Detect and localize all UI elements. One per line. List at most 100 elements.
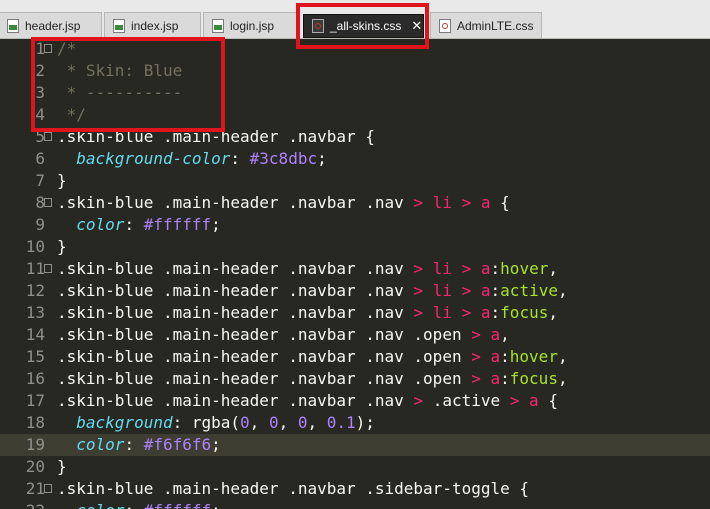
code-line[interactable]: 17 .skin-blue .main-header .navbar .nav >… xyxy=(0,390,710,412)
code-token: } xyxy=(57,171,67,190)
code-text: /* xyxy=(57,39,76,60)
code-line[interactable]: 20} xyxy=(0,456,710,478)
code-token: a xyxy=(480,259,491,278)
tab-index-jsp[interactable]: index.jsp xyxy=(104,12,201,38)
code-token: #ffffff xyxy=(144,501,211,509)
fold-marker-icon[interactable] xyxy=(44,484,52,493)
code-token: > xyxy=(461,281,472,300)
code-text: color: #ffffff; xyxy=(57,500,221,509)
code-token: hover xyxy=(500,259,549,278)
code-line[interactable]: 5 .skin-blue .main-header .navbar { xyxy=(0,126,710,148)
line-number: 17 xyxy=(25,391,45,410)
code-line[interactable]: 6 background-color: #3c8dbc; xyxy=(0,148,710,170)
code-line[interactable]: 19 color: #f6f6f6; xyxy=(0,434,710,456)
close-icon[interactable]: ✕ xyxy=(411,18,422,34)
code-token: 0 xyxy=(268,413,279,432)
code-token: , xyxy=(557,347,568,366)
code-token: : xyxy=(124,215,144,234)
code-token: } xyxy=(57,457,67,476)
tab-label: header.jsp xyxy=(25,18,81,33)
code-token: .skin-blue .main-header .navbar .sidebar… xyxy=(57,479,530,498)
code-token: : xyxy=(500,347,510,366)
tab-label: index.jsp xyxy=(131,18,179,33)
code-text: color: #ffffff; xyxy=(57,214,221,236)
line-number: 18 xyxy=(25,413,45,432)
code-token: a xyxy=(490,325,501,344)
code-line[interactable]: 1 /* xyxy=(0,39,710,60)
code-token: : xyxy=(124,501,143,509)
code-text: background: rgba(0, 0, 0, 0.1); xyxy=(57,412,375,434)
code-line[interactable]: 13 .skin-blue .main-header .navbar .nav >… xyxy=(0,302,710,324)
code-text: * Skin: Blue xyxy=(57,60,183,82)
code-line[interactable]: 11 .skin-blue .main-header .navbar .nav >… xyxy=(0,258,710,280)
code-line[interactable]: 8 .skin-blue .main-header .navbar .nav > … xyxy=(0,192,710,214)
code-text: .skin-blue .main-header .navbar .nav > l… xyxy=(57,302,558,324)
code-text: .skin-blue .main-header .navbar .nav .op… xyxy=(57,324,510,346)
code-token: , xyxy=(557,281,568,300)
line-number: 3 xyxy=(35,83,45,102)
code-line[interactable]: 2 * Skin: Blue xyxy=(0,60,710,82)
code-token: { xyxy=(490,193,510,212)
code-token: , xyxy=(548,303,558,322)
tab-header-jsp[interactable]: header.jsp xyxy=(0,12,102,38)
fold-marker-icon[interactable] xyxy=(44,198,52,207)
fold-marker-icon[interactable] xyxy=(44,264,52,273)
code-line[interactable]: 12 .skin-blue .main-header .navbar .nav >… xyxy=(0,280,710,302)
code-token: * Skin: Blue xyxy=(57,61,183,80)
code-token: > xyxy=(461,193,472,212)
code-token: #3c8dbc xyxy=(249,149,318,168)
line-number: 10 xyxy=(25,237,45,256)
code-token: .skin-blue .main-header .navbar .nav xyxy=(57,303,414,322)
code-line[interactable]: 4 */ xyxy=(0,104,710,126)
tab-label: AdminLTE.css xyxy=(457,18,534,33)
code-token: , xyxy=(557,369,568,388)
code-line[interactable]: 3 * ---------- xyxy=(0,82,710,104)
code-token: : xyxy=(490,259,501,278)
code-token: /* xyxy=(57,39,77,58)
code-token: 0.1 xyxy=(326,413,356,432)
code-text: .skin-blue .main-header .navbar .nav .op… xyxy=(57,368,568,390)
code-token: a xyxy=(490,347,501,366)
jsp-file-icon xyxy=(7,18,19,33)
line-number: 22 xyxy=(0,500,45,509)
line-number: 21 xyxy=(25,479,45,498)
code-line[interactable]: 9 color: #ffffff; xyxy=(0,214,710,236)
tab-all-skins-css[interactable]: _all-skins.css ✕ xyxy=(303,14,424,38)
code-line[interactable]: 14 .skin-blue .main-header .navbar .nav .… xyxy=(0,324,710,346)
tab-adminlte-css[interactable]: AdminLTE.css xyxy=(430,12,542,38)
code-line[interactable]: 21 .skin-blue .main-header .navbar .sideb… xyxy=(0,478,710,500)
code-token: #f6f6f6 xyxy=(143,435,212,454)
css-file-icon xyxy=(312,19,324,33)
code-token: color xyxy=(76,435,125,454)
tab-login-jsp[interactable]: login.jsp xyxy=(203,12,297,38)
fold-marker-icon[interactable] xyxy=(44,132,52,141)
code-line[interactable]: 7} xyxy=(0,170,710,192)
line-number: 9 xyxy=(35,215,45,234)
code-token: : xyxy=(490,281,501,300)
code-token: * ---------- xyxy=(57,83,183,102)
code-line[interactable]: 22 color: #ffffff; xyxy=(0,500,710,509)
code-editor[interactable]: 1/* 2 * Skin: Blue 3 * ---------- 4 */5 .ski… xyxy=(0,39,710,509)
code-token: li xyxy=(432,259,452,278)
code-line[interactable]: 18 background: rgba(0, 0, 0, 0.1); xyxy=(0,412,710,434)
code-token: > xyxy=(461,259,472,278)
code-line[interactable]: 16 .skin-blue .main-header .navbar .nav .… xyxy=(0,368,710,390)
fold-marker-icon[interactable] xyxy=(44,44,52,53)
line-number: 19 xyxy=(25,435,45,454)
code-line[interactable]: 10} xyxy=(0,236,710,258)
code-line[interactable]: 15 .skin-blue .main-header .navbar .nav .… xyxy=(0,346,710,368)
code-text: .skin-blue .main-header .navbar { xyxy=(57,126,375,148)
code-text: } xyxy=(57,170,67,192)
